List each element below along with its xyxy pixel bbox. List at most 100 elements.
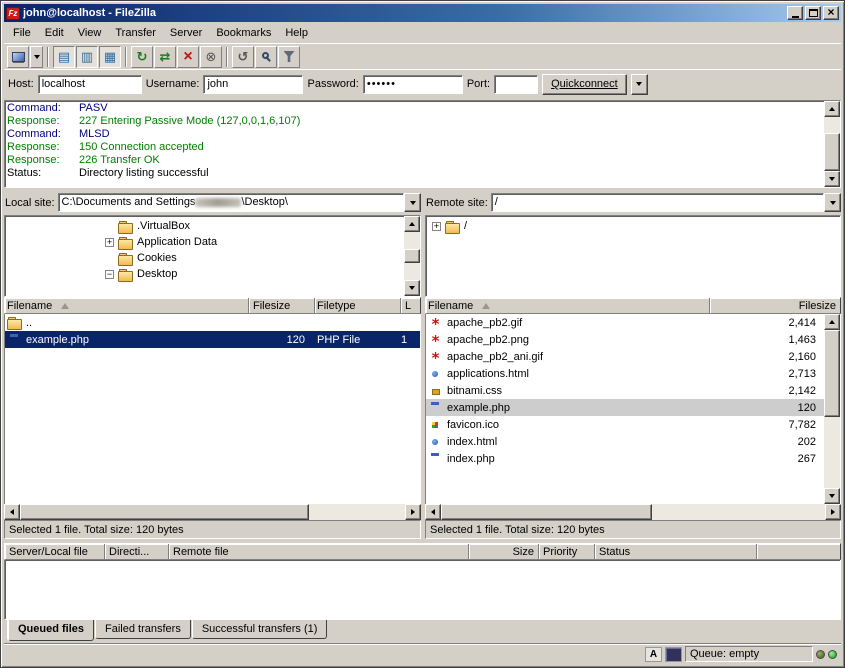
column-header-size[interactable]: Size (469, 544, 539, 559)
quickconnect-button[interactable]: Quickconnect (542, 74, 627, 95)
column-header-filesize[interactable]: Filesize (249, 298, 315, 313)
tree-expander-icon[interactable] (105, 238, 114, 247)
scroll-down-button[interactable] (824, 488, 840, 504)
cancel-button[interactable] (177, 46, 199, 68)
column-header-filetype[interactable]: Filetype (315, 298, 401, 313)
file-modified: 1 (401, 334, 420, 346)
local-tree-toggle-button[interactable] (76, 46, 98, 68)
queue-tab[interactable]: Failed transfers (95, 620, 191, 639)
local-file-row[interactable]: .. (5, 314, 420, 331)
transfer-mode-icon[interactable]: A (645, 647, 662, 662)
app-icon-text: Fz (9, 9, 18, 18)
column-header-filesize[interactable]: Filesize (710, 298, 840, 313)
remote-file-row[interactable]: index.html 202 (426, 433, 824, 450)
queue-tab[interactable]: Queued files (8, 620, 94, 641)
password-label: Password: (307, 78, 358, 90)
minimize-button[interactable] (787, 6, 803, 20)
tree-item[interactable]: .VirtualBox (5, 218, 404, 234)
local-horizontal-scrollbar[interactable] (4, 504, 421, 520)
column-header-remote-file[interactable]: Remote file (169, 544, 469, 559)
host-input[interactable] (38, 75, 142, 94)
remote-file-row[interactable]: applications.html 2,713 (426, 365, 824, 382)
tree-item[interactable]: Desktop (5, 266, 404, 282)
local-tree-scrollbar[interactable] (404, 216, 420, 296)
menu-item[interactable]: Edit (38, 24, 71, 42)
scroll-right-button[interactable] (405, 504, 421, 520)
search-icon (262, 52, 269, 59)
menu-item[interactable]: Help (278, 24, 315, 42)
find-files-button[interactable] (255, 46, 277, 68)
remote-site-combobox[interactable]: / (491, 193, 841, 212)
scroll-right-button[interactable] (825, 504, 841, 520)
scroll-thumb[interactable] (404, 249, 420, 263)
scroll-up-button[interactable] (824, 314, 840, 330)
scroll-down-button[interactable] (404, 280, 420, 296)
column-header-server-local-file[interactable]: Server/Local file (5, 544, 105, 559)
scroll-left-button[interactable] (425, 504, 441, 520)
scroll-up-button[interactable] (404, 216, 420, 232)
reconnect-button[interactable] (232, 46, 254, 68)
remote-horizontal-scrollbar[interactable] (425, 504, 841, 520)
scroll-thumb[interactable] (441, 504, 652, 520)
remote-file-row[interactable]: index.php 267 (426, 450, 824, 467)
remote-file-row[interactable]: bitnami.css 2,142 (426, 382, 824, 399)
column-header-status[interactable]: Status (595, 544, 757, 559)
quickconnect-dropdown-button[interactable] (631, 74, 648, 95)
column-header-filename[interactable]: Filename (5, 298, 249, 313)
remote-file-row[interactable]: apache_pb2.gif 2,414 (426, 314, 824, 331)
log-scrollbar[interactable] (824, 101, 840, 187)
remote-file-row[interactable]: apache_pb2.png 1,463 (426, 331, 824, 348)
local-tree: .VirtualBox Application Data Cookies Des… (4, 215, 421, 297)
tree-item[interactable]: / (426, 218, 840, 234)
tree-expander-icon[interactable] (432, 222, 441, 231)
username-input[interactable] (203, 75, 303, 94)
local-file-row[interactable]: example.php 120 PHP File 1 (5, 331, 420, 348)
remote-file-row[interactable]: favicon.ico 7,782 (426, 416, 824, 433)
disconnect-button[interactable] (200, 46, 222, 68)
column-header-filename[interactable]: Filename (426, 298, 710, 313)
titlebar[interactable]: Fz john@localhost - FileZilla (4, 4, 841, 22)
column-header-lastmodified[interactable]: L (401, 298, 420, 313)
tree-item[interactable]: Cookies (5, 250, 404, 266)
scroll-thumb[interactable] (824, 330, 840, 417)
local-site-dropdown-button[interactable] (404, 193, 421, 212)
tree-expander-icon[interactable] (105, 270, 114, 279)
menu-item[interactable]: Transfer (108, 24, 163, 42)
column-header-priority[interactable]: Priority (539, 544, 595, 559)
remote-tree-toggle-button[interactable] (99, 46, 121, 68)
close-button[interactable] (823, 6, 839, 20)
scroll-up-button[interactable] (824, 101, 840, 117)
process-queue-button[interactable] (154, 46, 176, 68)
tree-item-label: .VirtualBox (133, 220, 190, 232)
remote-list-scrollbar[interactable] (824, 314, 840, 504)
queue-icon[interactable] (665, 647, 682, 662)
menu-item[interactable]: View (71, 24, 109, 42)
local-site-combobox[interactable]: C:\Documents and Settings\Desktop\ (58, 193, 421, 212)
queue-tab[interactable]: Successful transfers (1) (192, 620, 328, 639)
logview-toggle-button[interactable] (53, 46, 75, 68)
scroll-thumb[interactable] (20, 504, 309, 520)
refresh-button[interactable] (131, 46, 153, 68)
remote-tree: / (425, 215, 841, 297)
file-size: 2,414 (710, 317, 824, 329)
maximize-button[interactable] (805, 6, 821, 20)
remote-file-row[interactable]: example.php 120 (426, 399, 824, 416)
remote-file-row[interactable]: apache_pb2_ani.gif 2,160 (426, 348, 824, 365)
scroll-left-button[interactable] (4, 504, 20, 520)
site-manager-button[interactable] (7, 46, 29, 68)
tree-item[interactable]: Application Data (5, 234, 404, 250)
transfer-queue-list[interactable] (4, 560, 841, 620)
scroll-thumb[interactable] (824, 133, 840, 171)
scroll-down-button[interactable] (824, 171, 840, 187)
remote-site-dropdown-button[interactable] (824, 193, 841, 212)
reconnect-icon (238, 50, 249, 63)
filter-button[interactable] (278, 46, 300, 68)
menu-item[interactable]: Server (163, 24, 209, 42)
site-manager-dropdown-button[interactable] (30, 46, 43, 68)
menu-item[interactable]: Bookmarks (209, 24, 278, 42)
password-input[interactable] (363, 75, 463, 94)
remote-file-list: apache_pb2.gif 2,414 apache_pb2.png 1,46… (426, 314, 824, 504)
column-header-direction[interactable]: Directi... (105, 544, 169, 559)
menu-item[interactable]: File (6, 24, 38, 42)
port-input[interactable] (494, 75, 538, 94)
